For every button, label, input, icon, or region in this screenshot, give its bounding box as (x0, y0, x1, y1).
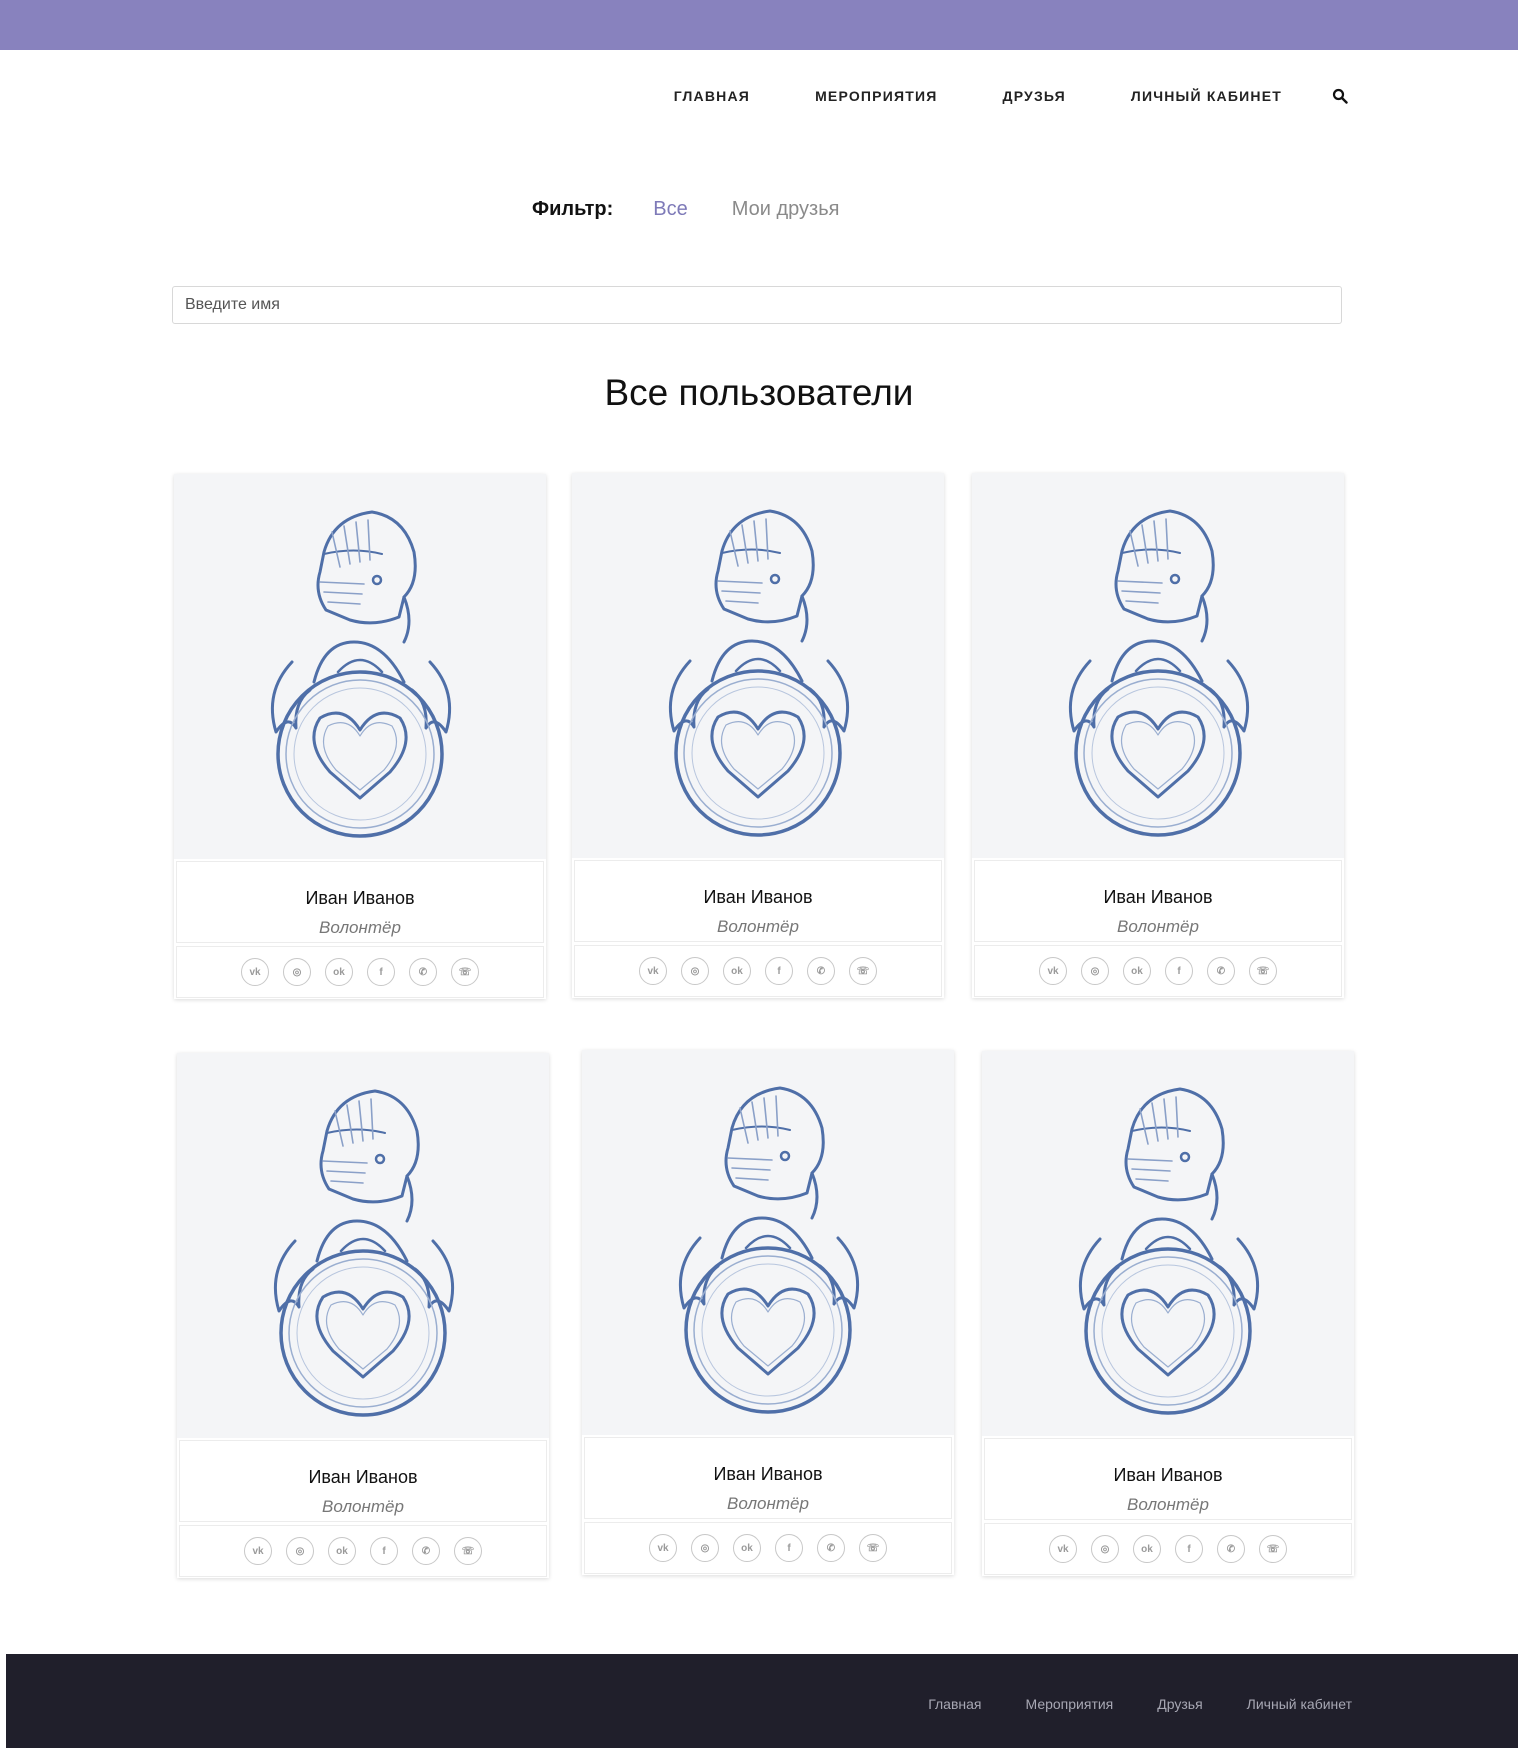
footer: Главная Мероприятия Друзья Личный кабине… (6, 1654, 1518, 1748)
user-role: Волонтёр (1117, 917, 1199, 936)
odnoklassniki-icon[interactable]: ok (723, 957, 751, 985)
knight-illustration (1078, 1087, 1260, 1415)
user-name[interactable]: Иван Иванов (985, 1465, 1351, 1486)
footer-link-events[interactable]: Мероприятия (1026, 1696, 1114, 1712)
viber-icon[interactable]: ☏ (1259, 1535, 1287, 1563)
main-nav: ГЛАВНАЯ МЕРОПРИЯТИЯ ДРУЗЬЯ ЛИЧНЫЙ КАБИНЕ… (674, 88, 1348, 104)
top-accent-bar (0, 0, 1518, 50)
vk-icon[interactable]: vk (1049, 1535, 1077, 1563)
odnoklassniki-icon[interactable]: ok (1123, 957, 1151, 985)
user-name[interactable]: Иван Иванов (975, 887, 1341, 908)
user-info: Иван Иванов Волонтёр (984, 1438, 1352, 1520)
instagram-icon[interactable]: ◎ (691, 1534, 719, 1562)
facebook-icon[interactable]: f (1175, 1535, 1203, 1563)
user-avatar (177, 1053, 549, 1438)
knight-illustration (1068, 509, 1250, 837)
user-card[interactable]: Иван Иванов Волонтёр vk ◎ ok f ✆ ☏ (572, 473, 944, 998)
user-avatar (982, 1051, 1354, 1436)
user-avatar (582, 1050, 954, 1435)
viber-icon[interactable]: ☏ (451, 958, 479, 986)
vk-icon[interactable]: vk (639, 957, 667, 985)
whatsapp-icon[interactable]: ✆ (817, 1534, 845, 1562)
social-links: vk ◎ ok f ✆ ☏ (176, 946, 544, 998)
odnoklassniki-icon[interactable]: ok (1133, 1535, 1161, 1563)
whatsapp-icon[interactable]: ✆ (807, 957, 835, 985)
social-links: vk ◎ ok f ✆ ☏ (574, 945, 942, 997)
user-info: Иван Иванов Волонтёр (584, 1437, 952, 1519)
social-links: vk ◎ ok f ✆ ☏ (584, 1522, 952, 1574)
facebook-icon[interactable]: f (765, 957, 793, 985)
filter-option-all[interactable]: Все (653, 198, 687, 221)
user-name[interactable]: Иван Иванов (585, 1464, 951, 1485)
user-role: Волонтёр (717, 917, 799, 936)
user-name[interactable]: Иван Иванов (180, 1467, 546, 1488)
name-search-input[interactable] (172, 286, 1342, 324)
vk-icon[interactable]: vk (649, 1534, 677, 1562)
facebook-icon[interactable]: f (775, 1534, 803, 1562)
knight-illustration (270, 510, 452, 838)
whatsapp-icon[interactable]: ✆ (409, 958, 437, 986)
user-name[interactable]: Иван Иванов (177, 888, 543, 909)
footer-link-account[interactable]: Личный кабинет (1247, 1696, 1352, 1712)
user-role: Волонтёр (319, 918, 401, 937)
knight-illustration (678, 1086, 860, 1414)
viber-icon[interactable]: ☏ (1249, 957, 1277, 985)
user-info: Иван Иванов Волонтёр (974, 860, 1342, 942)
nav-item-events[interactable]: МЕРОПРИЯТИЯ (815, 88, 937, 104)
instagram-icon[interactable]: ◎ (1091, 1535, 1119, 1563)
user-avatar (174, 474, 546, 859)
user-name[interactable]: Иван Иванов (575, 887, 941, 908)
facebook-icon[interactable]: f (1165, 957, 1193, 985)
footer-link-friends[interactable]: Друзья (1157, 1696, 1202, 1712)
social-links: vk ◎ ok f ✆ ☏ (179, 1525, 547, 1577)
whatsapp-icon[interactable]: ✆ (412, 1537, 440, 1565)
user-info: Иван Иванов Волонтёр (574, 860, 942, 942)
user-avatar (572, 473, 944, 858)
instagram-icon[interactable]: ◎ (286, 1537, 314, 1565)
user-info: Иван Иванов Волонтёр (176, 861, 544, 943)
viber-icon[interactable]: ☏ (849, 957, 877, 985)
whatsapp-icon[interactable]: ✆ (1217, 1535, 1245, 1563)
nav-item-account[interactable]: ЛИЧНЫЙ КАБИНЕТ (1131, 88, 1282, 104)
instagram-icon[interactable]: ◎ (681, 957, 709, 985)
user-role: Волонтёр (1127, 1495, 1209, 1514)
filter-bar: Фильтр: Все Мои друзья (532, 198, 839, 221)
filter-label: Фильтр: (532, 198, 614, 220)
instagram-icon[interactable]: ◎ (1081, 957, 1109, 985)
social-links: vk ◎ ok f ✆ ☏ (974, 945, 1342, 997)
vk-icon[interactable]: vk (244, 1537, 272, 1565)
user-role: Волонтёр (727, 1494, 809, 1513)
facebook-icon[interactable]: f (370, 1537, 398, 1565)
user-card[interactable]: Иван Иванов Волонтёр vk ◎ ok f ✆ ☏ (982, 1051, 1354, 1576)
knight-illustration (273, 1089, 455, 1417)
odnoklassniki-icon[interactable]: ok (325, 958, 353, 986)
odnoklassniki-icon[interactable]: ok (733, 1534, 761, 1562)
user-info: Иван Иванов Волонтёр (179, 1440, 547, 1522)
instagram-icon[interactable]: ◎ (283, 958, 311, 986)
social-links: vk ◎ ok f ✆ ☏ (984, 1523, 1352, 1575)
knight-illustration (668, 509, 850, 837)
footer-nav: Главная Мероприятия Друзья Личный кабине… (928, 1696, 1352, 1712)
search-icon[interactable] (1332, 88, 1348, 104)
user-role: Волонтёр (322, 1497, 404, 1516)
vk-icon[interactable]: vk (1039, 957, 1067, 985)
viber-icon[interactable]: ☏ (454, 1537, 482, 1565)
user-card[interactable]: Иван Иванов Волонтёр vk ◎ ok f ✆ ☏ (177, 1053, 549, 1578)
user-card[interactable]: Иван Иванов Волонтёр vk ◎ ok f ✆ ☏ (972, 473, 1344, 998)
facebook-icon[interactable]: f (367, 958, 395, 986)
vk-icon[interactable]: vk (241, 958, 269, 986)
viber-icon[interactable]: ☏ (859, 1534, 887, 1562)
whatsapp-icon[interactable]: ✆ (1207, 957, 1235, 985)
nav-item-friends[interactable]: ДРУЗЬЯ (1003, 88, 1066, 104)
user-card[interactable]: Иван Иванов Волонтёр vk ◎ ok f ✆ ☏ (582, 1050, 954, 1575)
user-avatar (972, 473, 1344, 858)
odnoklassniki-icon[interactable]: ok (328, 1537, 356, 1565)
nav-item-home[interactable]: ГЛАВНАЯ (674, 88, 750, 104)
user-card[interactable]: Иван Иванов Волонтёр vk ◎ ok f ✆ ☏ (174, 474, 546, 999)
filter-option-my-friends[interactable]: Мои друзья (732, 198, 840, 221)
page-title: Все пользователи (604, 372, 914, 413)
footer-link-home[interactable]: Главная (928, 1696, 981, 1712)
